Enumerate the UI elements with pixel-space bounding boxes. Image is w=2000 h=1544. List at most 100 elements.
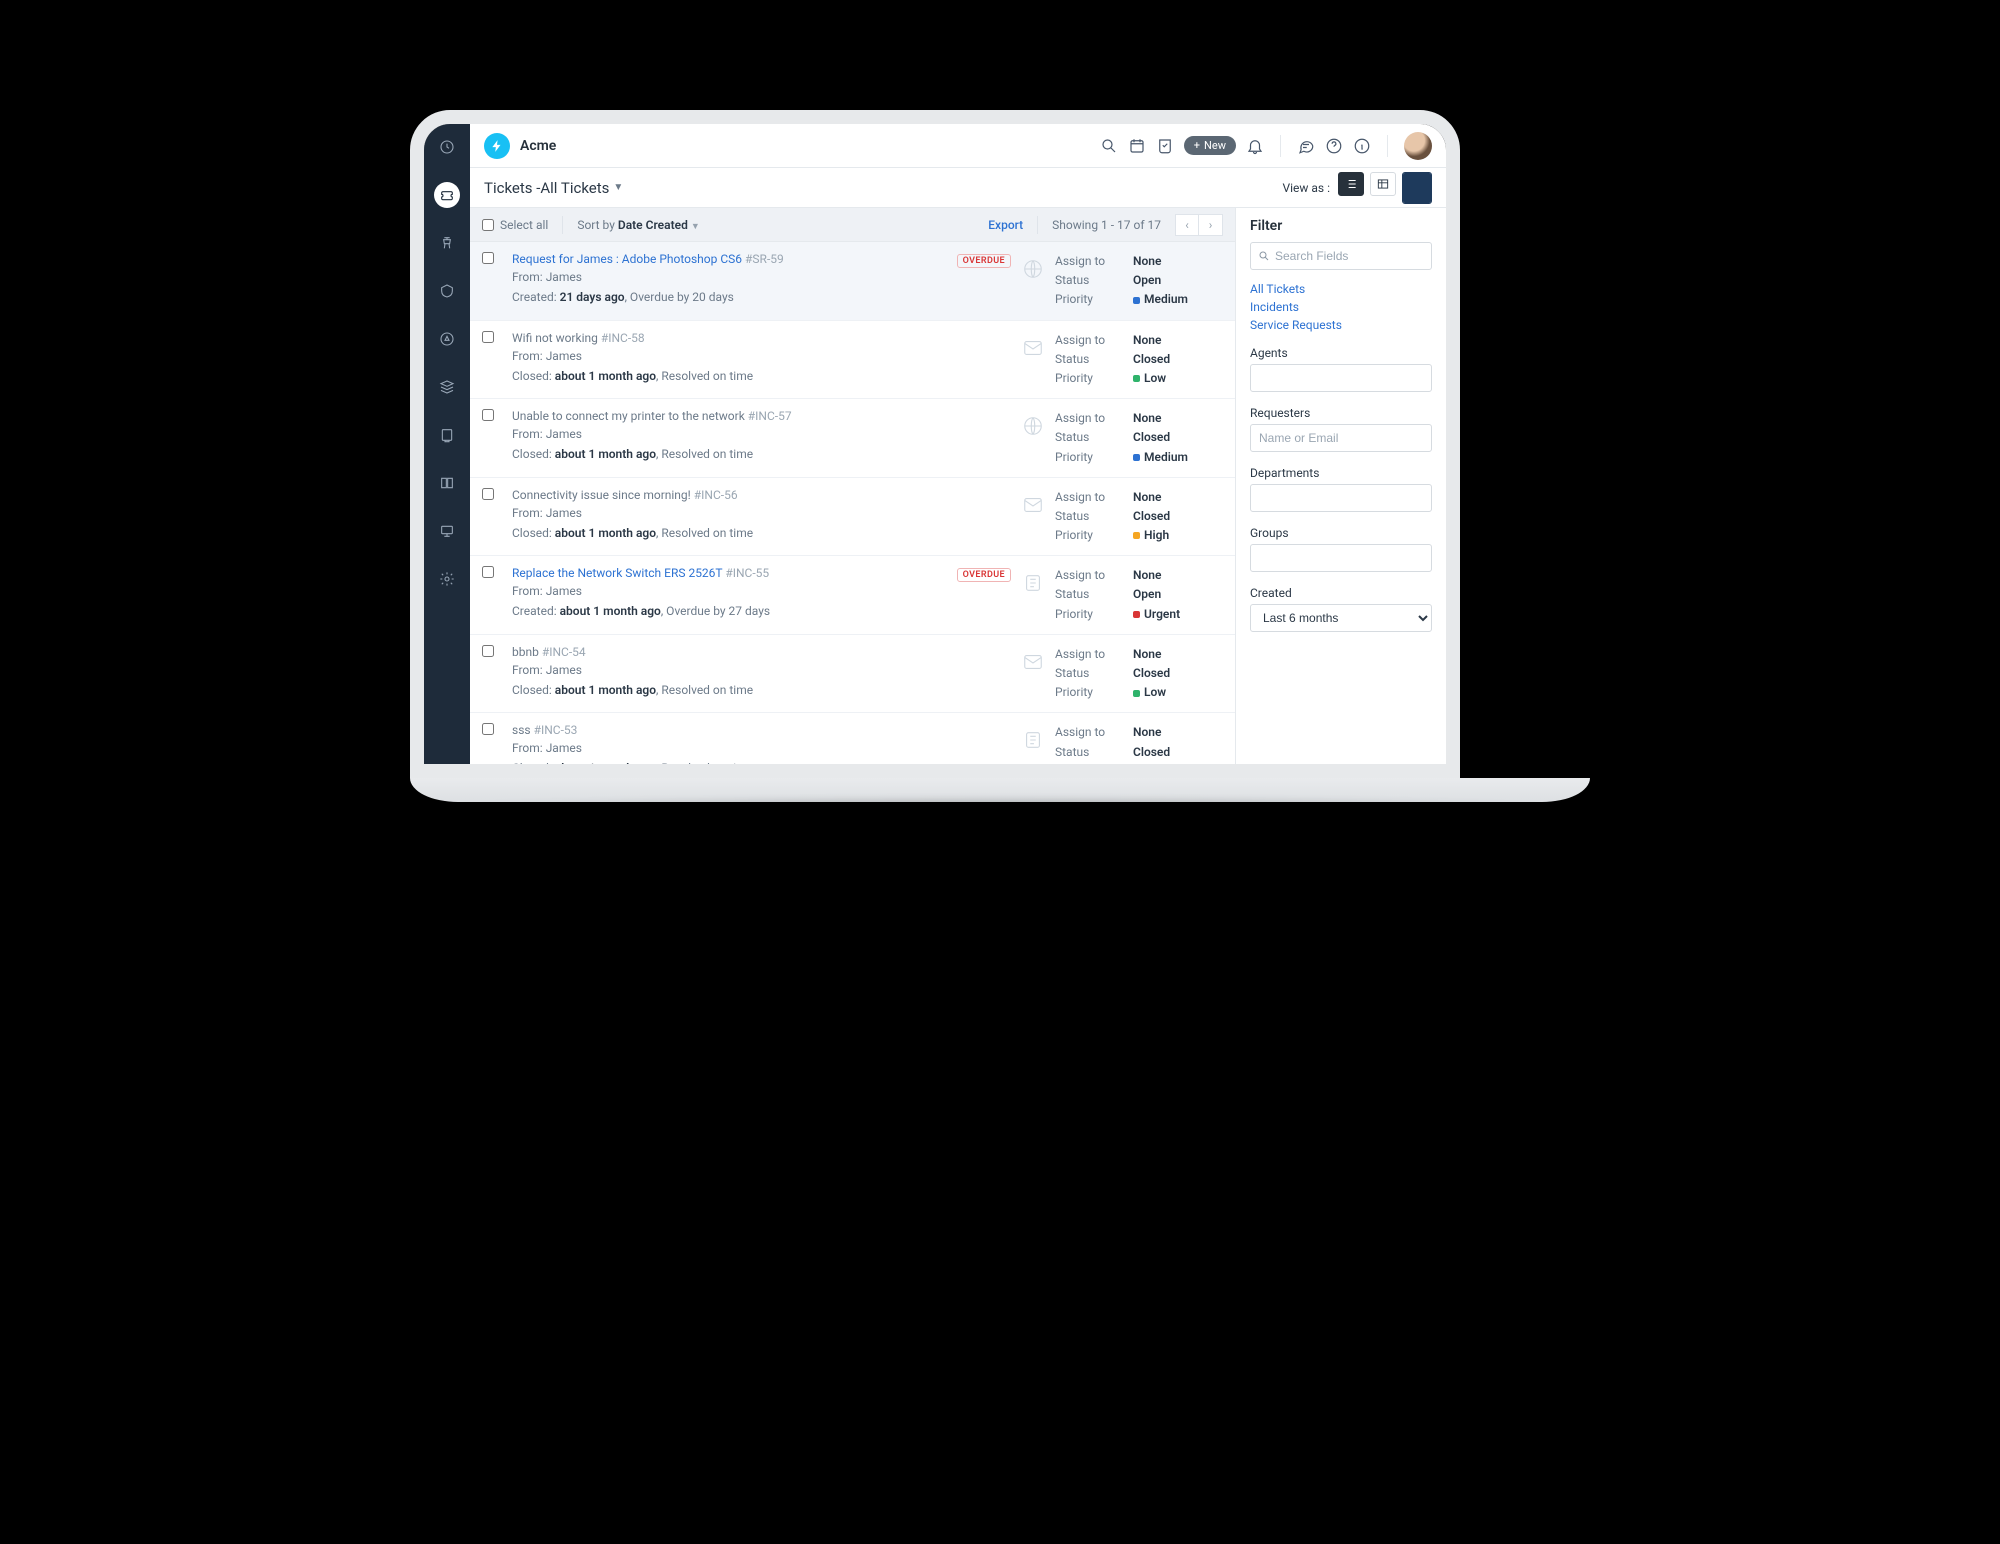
brand-name: Acme: [520, 138, 556, 154]
filter-search-input[interactable]: [1250, 242, 1432, 270]
ticket-time: about 1 month ago: [555, 761, 656, 775]
ticket-subject[interactable]: bbnb: [512, 645, 539, 659]
ticket-from: James: [546, 270, 582, 284]
info-icon[interactable]: [1353, 137, 1371, 155]
ticket-priority: Low: [1144, 685, 1166, 699]
ticket-id: #INC-58: [601, 331, 645, 345]
ticket-time: about 1 month ago: [555, 683, 656, 697]
ticket-checkbox[interactable]: [482, 566, 504, 581]
filter-created-select[interactable]: Last 6 months: [1250, 604, 1432, 632]
ticket-source-icon: [1019, 409, 1047, 437]
filter-requesters-input[interactable]: [1250, 424, 1432, 452]
ticket-from: James: [546, 663, 582, 677]
filter-quick-link[interactable]: All Tickets: [1250, 282, 1432, 296]
nav-tickets[interactable]: [434, 182, 460, 208]
nav-assets[interactable]: [434, 422, 460, 448]
ticket-priority: Low: [1144, 371, 1166, 385]
filter-toggle-button[interactable]: [1402, 172, 1432, 204]
ticket-subject[interactable]: sss: [512, 723, 531, 737]
nav-dashboard[interactable]: [434, 134, 460, 160]
nav-releases[interactable]: [434, 326, 460, 352]
nav-reports[interactable]: [434, 518, 460, 544]
new-button[interactable]: +New: [1184, 136, 1236, 155]
select-all-checkbox[interactable]: Select all: [482, 218, 548, 232]
ticket-source-icon: [1019, 331, 1047, 359]
filter-departments-input[interactable]: [1250, 484, 1432, 512]
page-prev-button[interactable]: ‹: [1175, 214, 1199, 236]
ticket-status: Closed: [1133, 507, 1223, 526]
ticket-from: James: [546, 584, 582, 598]
nav-solutions[interactable]: [434, 470, 460, 496]
nav-problems[interactable]: [434, 230, 460, 256]
ticket-status: Closed: [1133, 428, 1223, 447]
ticket-priority: Urgent: [1144, 607, 1180, 621]
ticket-time: 21 days ago: [560, 290, 625, 304]
ticket-source-icon: [1019, 645, 1047, 673]
overdue-badge: OVERDUE: [957, 568, 1011, 582]
filter-groups-label: Groups: [1250, 526, 1432, 540]
calendar-icon[interactable]: [1128, 137, 1146, 155]
ticket-subject[interactable]: Unable to connect my printer to the netw…: [512, 409, 745, 423]
filter-panel: Filter All TicketsIncidentsService Reque…: [1236, 208, 1446, 778]
nav-changes[interactable]: [434, 278, 460, 304]
page-title-current[interactable]: All Tickets: [540, 179, 609, 197]
left-nav: [424, 124, 470, 778]
ticket-checkbox[interactable]: [482, 723, 504, 738]
view-list-button[interactable]: [1338, 172, 1364, 196]
ticket-status: Open: [1133, 271, 1223, 290]
ticket-list: Select all Sort by Date Created ▼ Export…: [470, 208, 1236, 778]
ticket-row[interactable]: Unable to connect my printer to the netw…: [470, 399, 1235, 478]
ticket-assignee: None: [1133, 331, 1223, 350]
ticket-subject[interactable]: Replace the Network Switch ERS 2526T: [512, 566, 722, 580]
user-avatar[interactable]: [1404, 132, 1432, 160]
list-toolbar: Select all Sort by Date Created ▼ Export…: [470, 208, 1235, 242]
filter-groups-input[interactable]: [1250, 544, 1432, 572]
ticket-from: James: [546, 427, 582, 441]
ticket-from: James: [546, 349, 582, 363]
ticket-source-icon: [1019, 252, 1047, 280]
ticket-source-icon: [1019, 723, 1047, 751]
ticket-priority: High: [1144, 528, 1169, 542]
ticket-checkbox[interactable]: [482, 252, 504, 267]
ticket-time: about 1 month ago: [555, 369, 656, 383]
ticket-checkbox[interactable]: [482, 331, 504, 346]
nav-cmdb[interactable]: [434, 374, 460, 400]
ticket-subject[interactable]: Wifi not working: [512, 331, 598, 345]
nav-admin[interactable]: [434, 566, 460, 592]
ticket-checkbox[interactable]: [482, 645, 504, 660]
ticket-row[interactable]: Connectivity issue since morning! #INC-5…: [470, 478, 1235, 557]
chat-icon[interactable]: [1297, 137, 1315, 155]
ticket-checkbox[interactable]: [482, 488, 504, 503]
chevron-down-icon[interactable]: ▼: [613, 182, 623, 193]
ticket-source-icon: [1019, 488, 1047, 516]
ticket-id: #INC-57: [748, 409, 792, 423]
filter-departments-label: Departments: [1250, 466, 1432, 480]
view-table-button[interactable]: [1370, 172, 1396, 196]
ticket-subject[interactable]: Request for James : Adobe Photoshop CS6: [512, 252, 742, 266]
filter-quick-link[interactable]: Service Requests: [1250, 318, 1432, 332]
search-icon[interactable]: [1100, 137, 1118, 155]
ticket-subject[interactable]: Connectivity issue since morning!: [512, 488, 691, 502]
ticket-time: about 1 month ago: [555, 526, 656, 540]
pagination-summary: Showing 1 - 17 of 17: [1052, 218, 1161, 232]
tasks-icon[interactable]: [1156, 137, 1174, 155]
ticket-row[interactable]: bbnb #INC-54 From: James Closed: about 1…: [470, 635, 1235, 714]
ticket-row[interactable]: Request for James : Adobe Photoshop CS6 …: [470, 242, 1235, 321]
notifications-icon[interactable]: [1246, 137, 1264, 155]
page-next-button[interactable]: ›: [1199, 214, 1223, 236]
ticket-source-icon: [1019, 566, 1047, 594]
help-icon[interactable]: [1325, 137, 1343, 155]
filter-agents-input[interactable]: [1250, 364, 1432, 392]
ticket-status: Closed: [1133, 664, 1223, 683]
ticket-row[interactable]: sss #INC-53 From: James Closed: about 1 …: [470, 713, 1235, 778]
ticket-row[interactable]: Wifi not working #INC-58 From: James Clo…: [470, 321, 1235, 400]
sort-dropdown[interactable]: Sort by Date Created ▼: [577, 218, 699, 232]
select-all-label: Select all: [500, 218, 548, 232]
filter-agents-label: Agents: [1250, 346, 1432, 360]
ticket-checkbox[interactable]: [482, 409, 504, 424]
ticket-row[interactable]: Replace the Network Switch ERS 2526T #IN…: [470, 556, 1235, 635]
filter-quick-link[interactable]: Incidents: [1250, 300, 1432, 314]
ticket-time: about 1 month ago: [555, 447, 656, 461]
export-link[interactable]: Export: [988, 218, 1023, 232]
view-as-label: View as :: [1282, 181, 1330, 195]
